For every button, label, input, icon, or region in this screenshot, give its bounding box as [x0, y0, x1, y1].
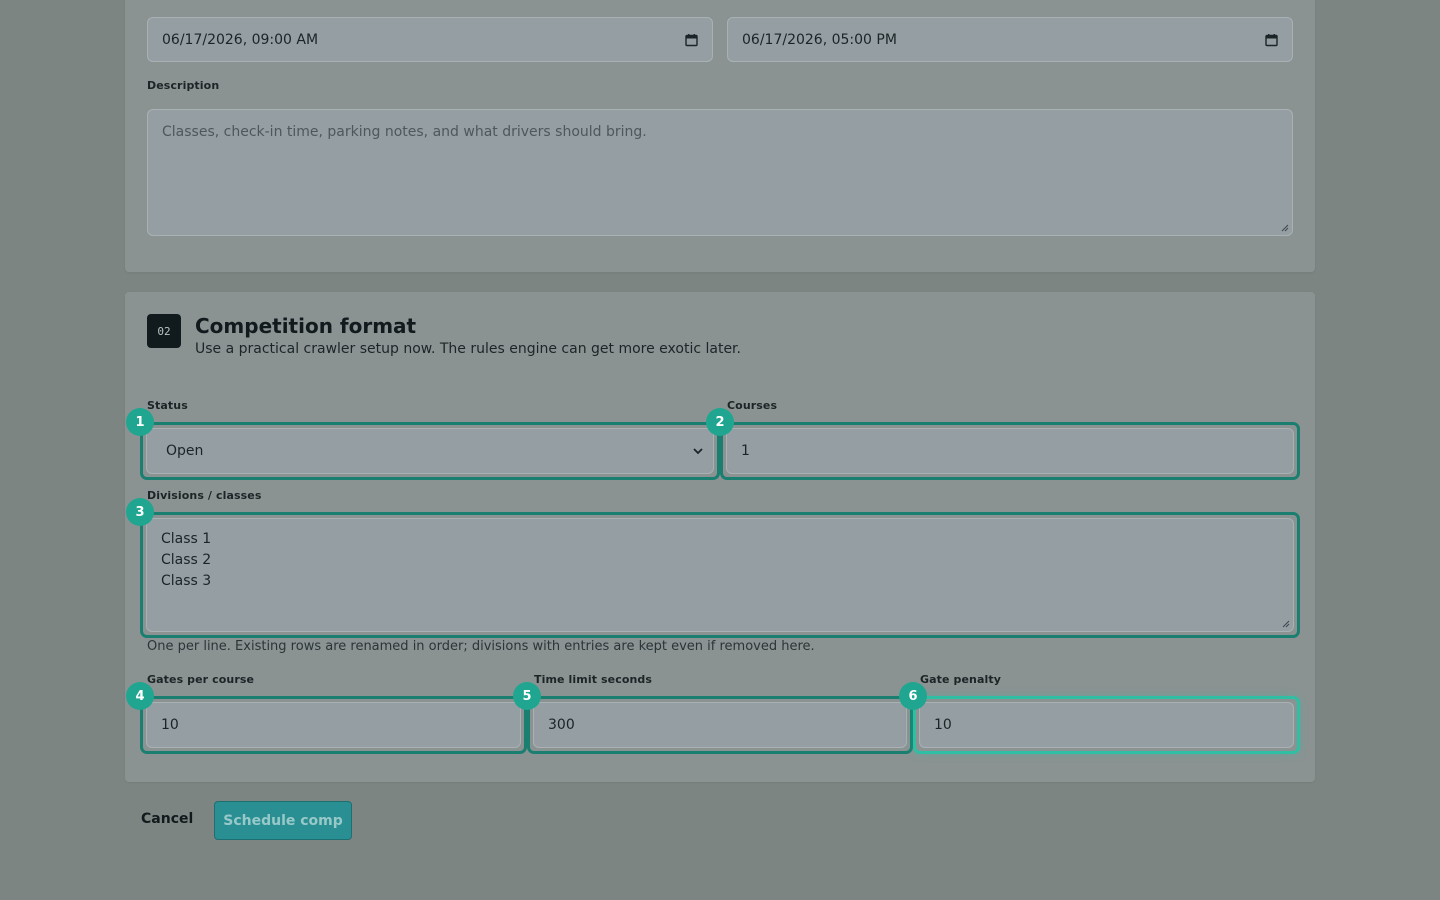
start-datetime-input[interactable]: 06/17/2026, 09:00 AM	[147, 17, 713, 62]
divisions-hint: One per line. Existing rows are renamed …	[147, 639, 815, 654]
chevron-down-icon	[693, 448, 703, 455]
section-title: Competition format	[195, 314, 417, 338]
end-datetime-input[interactable]: 06/17/2026, 05:00 PM	[727, 17, 1293, 62]
gates-value: 10	[161, 717, 179, 733]
time-limit-input[interactable]: 300	[533, 702, 907, 748]
schedule-comp-button[interactable]: Schedule comp	[214, 801, 352, 840]
resize-handle-icon[interactable]	[1281, 224, 1289, 232]
time-limit-label: Time limit seconds	[534, 673, 653, 686]
marker-5: 5	[513, 682, 541, 710]
start-datetime-value: 06/17/2026, 09:00 AM	[162, 31, 319, 48]
marker-3: 3	[126, 498, 154, 526]
status-label: Status	[147, 399, 188, 412]
gates-input[interactable]: 10	[146, 702, 521, 748]
description-textarea[interactable]: Classes, check-in time, parking notes, a…	[147, 109, 1293, 236]
gates-label: Gates per course	[147, 673, 255, 686]
time-limit-value: 300	[548, 717, 575, 733]
calendar-icon[interactable]	[1265, 33, 1278, 46]
status-select[interactable]: Open	[146, 428, 714, 474]
gate-penalty-input[interactable]: 10	[919, 702, 1294, 748]
calendar-icon[interactable]	[685, 33, 698, 46]
divisions-textarea[interactable]: Class 1 Class 2 Class 3	[146, 518, 1294, 632]
resize-handle-icon[interactable]	[1282, 620, 1290, 628]
end-datetime-value: 06/17/2026, 05:00 PM	[742, 31, 897, 48]
marker-6: 6	[899, 682, 927, 710]
section-subtitle: Use a practical crawler setup now. The r…	[195, 341, 741, 357]
description-label: Description	[147, 79, 220, 92]
status-selected-value: Open	[166, 443, 204, 459]
step-badge: 02	[147, 314, 181, 348]
marker-2: 2	[706, 408, 734, 436]
division-line: Class 2	[161, 552, 212, 568]
gate-penalty-label: Gate penalty	[920, 673, 1001, 686]
description-placeholder: Classes, check-in time, parking notes, a…	[162, 124, 647, 140]
division-line: Class 3	[161, 573, 212, 589]
courses-value: 1	[741, 443, 750, 459]
marker-1: 1	[126, 408, 154, 436]
marker-4: 4	[126, 682, 154, 710]
cancel-button[interactable]: Cancel	[141, 811, 193, 827]
courses-input[interactable]: 1	[726, 428, 1294, 474]
gate-penalty-value: 10	[934, 717, 952, 733]
divisions-label: Divisions / classes	[147, 489, 262, 502]
courses-label: Courses	[727, 399, 778, 412]
division-line: Class 1	[161, 531, 212, 547]
